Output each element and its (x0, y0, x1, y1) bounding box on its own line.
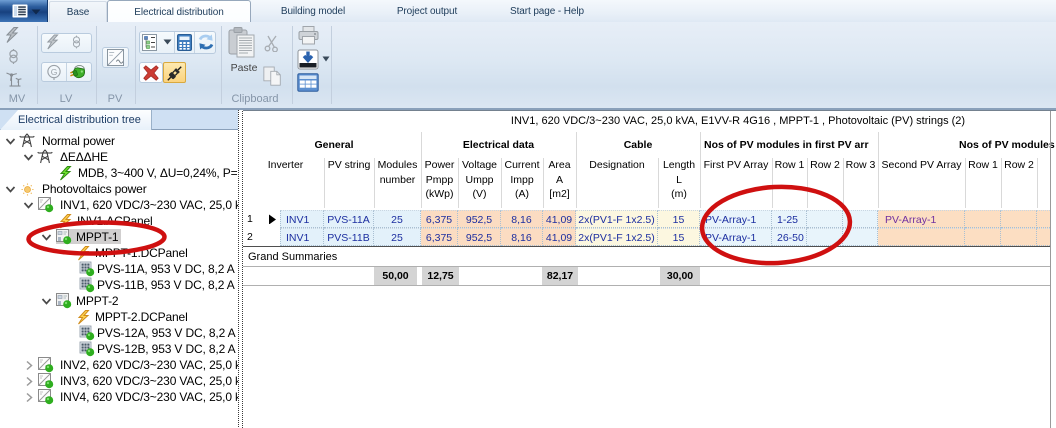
svg-text:G: G (51, 67, 58, 77)
